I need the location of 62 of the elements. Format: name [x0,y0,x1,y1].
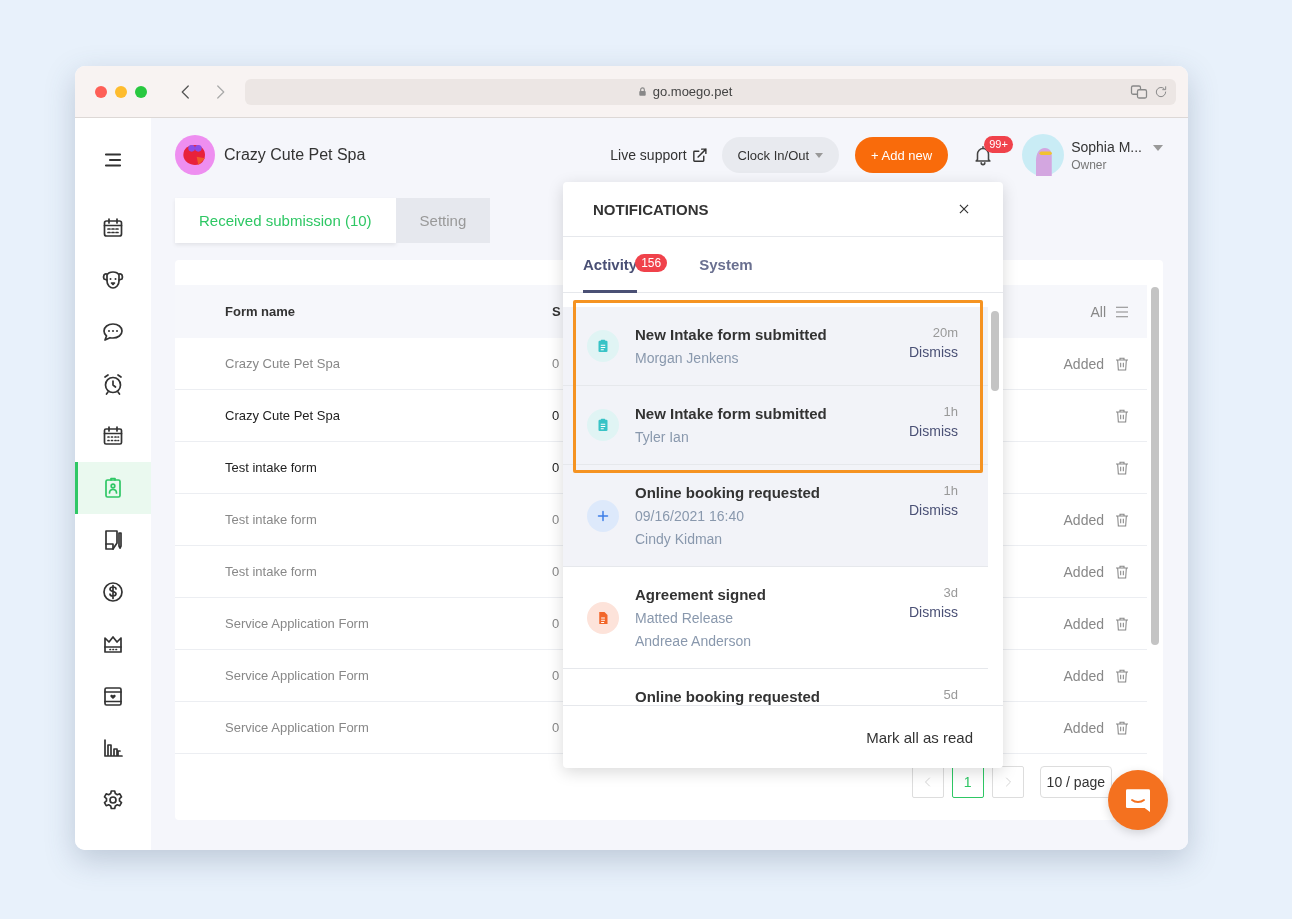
table-cell-text: 0 [552,408,561,423]
notification-detail: Cindy Kidman [635,530,724,548]
status-text: Added [1063,719,1104,736]
address-bar[interactable]: go.moego.pet [245,78,1176,105]
notification-detail: Andreae Anderson [635,632,752,650]
time-label: 3d [943,585,958,600]
notification-title: Online booking requested [635,687,822,705]
table-cell-text: Service Application Form [224,720,370,735]
page-size-select[interactable]: 10 / page [1039,766,1112,798]
notification-item[interactable]: Online booking requested 09/16/2021 16:40 Cindy Kidman 1h Dismiss [563,465,988,567]
dismiss-link[interactable]: Dismiss [909,604,958,620]
tab[interactable]: System [699,236,753,293]
notification-title: Agreement signed [635,585,767,604]
status-text: Added [1063,355,1104,372]
table-cell-text: 0 [552,668,561,683]
notification-item[interactable]: New Intake form submitted Morgan Jenkens 20m Dismiss [563,307,988,386]
time-label: 20m [932,325,958,340]
count-badge: 156 [635,253,668,272]
column-header: S [552,304,562,319]
table-cell-text: Test intake form [224,564,318,579]
column-header: Form name [224,304,297,319]
table-cell-text: 0 [552,512,561,527]
status-text: Added [1063,511,1104,528]
table-cell-text: 0 [552,564,561,579]
notification-item[interactable]: Agreement signed Matted Release Andreae Anderson 3d Dismiss [563,567,988,669]
notification-title: Online booking requested [635,483,822,502]
notification-detail: 09/16/2021 16:40 [635,507,745,525]
table-cell-text: Service Application Form [224,668,370,683]
filter-label: All [1090,303,1106,320]
url-text: go.moego.pet [652,84,733,99]
dismiss-link[interactable]: Dismiss [909,344,958,360]
notification-title: New Intake form submitted [635,325,828,344]
notification-detail: Tyler Ian [635,428,690,446]
business-name: Crazy Cute Pet Spa [224,146,366,164]
live-support-link[interactable]: Live support [610,146,708,164]
time-label: 5d [943,687,958,702]
time-label: 1h [943,404,958,419]
panel-title: NOTIFICATIONS [593,200,709,218]
notification-detail: Morgan Jenkens [635,349,740,367]
table-cell-text: Test intake form [224,512,318,527]
table-cell-text: 0 [552,720,561,735]
notification-detail: Matted Release [635,609,735,627]
dismiss-link[interactable]: Dismiss [909,423,958,439]
notification-item[interactable]: New Intake form submitted Tyler Ian 1h Dismiss [563,386,988,465]
table-cell-text: Service Application Form [224,616,370,631]
status-text: Added [1063,667,1104,684]
clock-in-out-button[interactable]: Clock In/Out [721,137,840,173]
dismiss-link[interactable]: Dismiss [909,502,958,518]
table-cell-text: 0 [552,460,561,475]
table-cell-text: 0 [552,616,561,631]
table-cell-text: 0 [552,356,561,371]
table-cell-text: Test intake form [224,460,318,475]
user-name: Sophia M... [1071,138,1142,155]
table-cell-text: Crazy Cute Pet Spa [224,356,341,371]
mark-all-read-link[interactable]: Mark all as read [866,728,973,746]
status-text: Added [1063,563,1104,580]
user-role: Owner [1071,157,1108,172]
time-label: 1h [943,483,958,498]
notification-count-badge: 99+ [984,136,1013,153]
notification-title: New Intake form submitted [635,404,828,423]
status-text: Added [1063,615,1104,632]
table-cell-text: Crazy Cute Pet Spa [224,408,341,423]
